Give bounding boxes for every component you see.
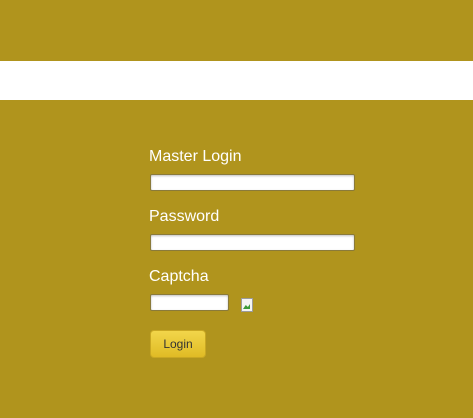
- master-login-label: Master Login: [149, 148, 242, 165]
- password-input[interactable]: [150, 234, 355, 251]
- header-band: [0, 61, 473, 100]
- captcha-input[interactable]: [150, 294, 229, 311]
- broken-image-icon: [240, 298, 254, 312]
- login-form: Master Login Password Captcha Login: [149, 148, 359, 358]
- login-button[interactable]: Login: [150, 330, 206, 358]
- captcha-label: Captcha: [149, 268, 209, 285]
- password-label: Password: [149, 208, 220, 225]
- captcha-row: [149, 294, 359, 312]
- master-login-input[interactable]: [150, 174, 355, 191]
